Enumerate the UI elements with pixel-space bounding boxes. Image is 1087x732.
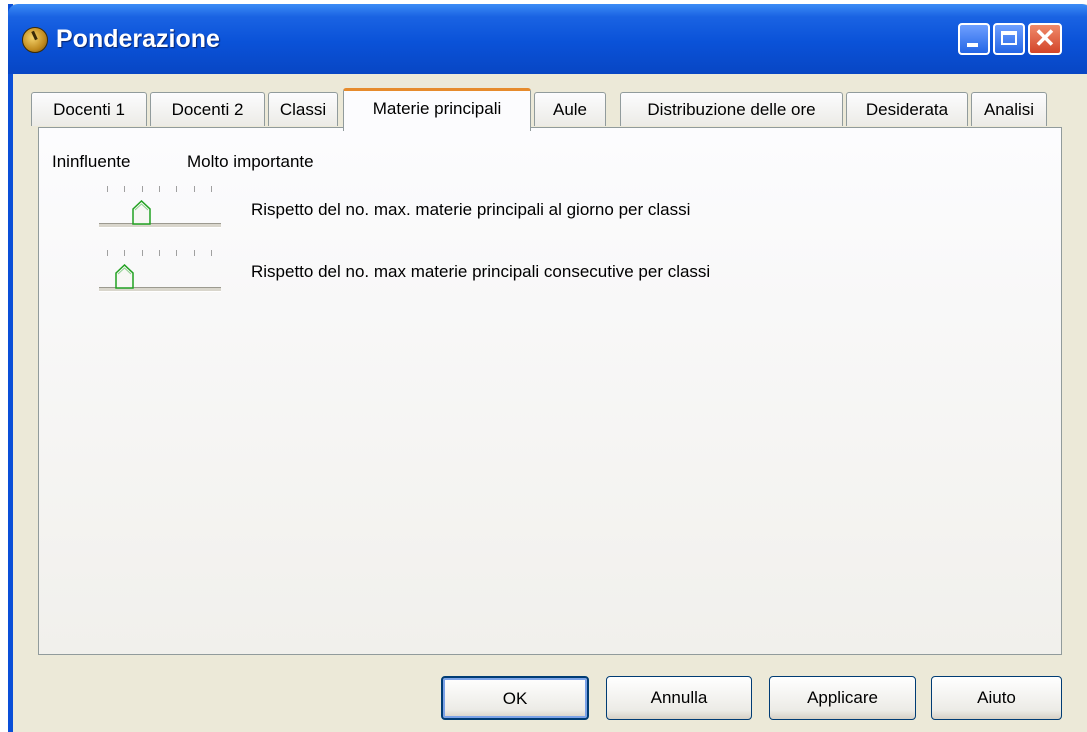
close-button[interactable]: ✕ (1028, 23, 1062, 55)
slider-thumb[interactable] (132, 200, 151, 225)
row-label-max-per-day: Rispetto del no. max. materie principali… (251, 200, 691, 219)
help-button[interactable]: Aiuto (931, 676, 1062, 720)
slider-tick (107, 250, 108, 256)
slider-tick (159, 250, 160, 256)
app-icon (22, 27, 48, 53)
row-label-max-consecutive: Rispetto del no. max materie principali … (251, 262, 711, 281)
slider-tick (141, 250, 143, 256)
tab-analisi[interactable]: Analisi (971, 92, 1047, 126)
slider-track (99, 223, 221, 228)
tab-panel: Ininfluente Molto importante Rispetto de… (38, 127, 1062, 655)
slider-tick (124, 250, 126, 256)
slider-ticks (107, 250, 217, 258)
tab-docenti-1[interactable]: Docenti 1 (31, 92, 147, 126)
slider-tick (176, 250, 178, 256)
scale-max-label: Molto importante (187, 152, 314, 171)
ok-button[interactable]: OK (441, 676, 589, 720)
close-icon: ✕ (1034, 23, 1056, 53)
slider-tick (124, 186, 126, 192)
slider-tick (193, 186, 195, 192)
slider-tick (176, 186, 178, 192)
tab-classi[interactable]: Classi (268, 92, 338, 126)
title-bar[interactable]: Ponderazione ✕ (8, 4, 1087, 74)
minimize-icon (967, 43, 978, 47)
slider-tick (193, 250, 195, 256)
apply-button[interactable]: Applicare (769, 676, 916, 720)
dialog-window: Ponderazione ✕ Docenti 1 Docenti 2 Class… (8, 4, 1087, 732)
slider-ticks (107, 186, 217, 194)
tab-desiderata[interactable]: Desiderata (846, 92, 968, 126)
slider-tick (159, 186, 160, 192)
slider-tick (141, 186, 143, 192)
minimize-button[interactable] (958, 23, 990, 55)
tab-materie-principali[interactable]: Materie principali (343, 88, 531, 131)
slider-max-consecutive[interactable] (99, 250, 221, 294)
maximize-icon (1001, 31, 1017, 45)
cancel-button[interactable]: Annulla (606, 676, 752, 720)
slider-tick (211, 250, 212, 256)
maximize-button[interactable] (993, 23, 1025, 55)
scale-min-label: Ininfluente (52, 152, 131, 171)
tab-aule[interactable]: Aule (534, 92, 606, 126)
slider-max-per-day[interactable] (99, 186, 221, 230)
tab-docenti-2[interactable]: Docenti 2 (150, 92, 265, 126)
slider-tick (211, 186, 212, 192)
slider-tick (107, 186, 108, 192)
tab-distribuzione-ore[interactable]: Distribuzione delle ore (620, 92, 843, 126)
window-title: Ponderazione (56, 25, 220, 53)
slider-thumb[interactable] (115, 264, 134, 289)
